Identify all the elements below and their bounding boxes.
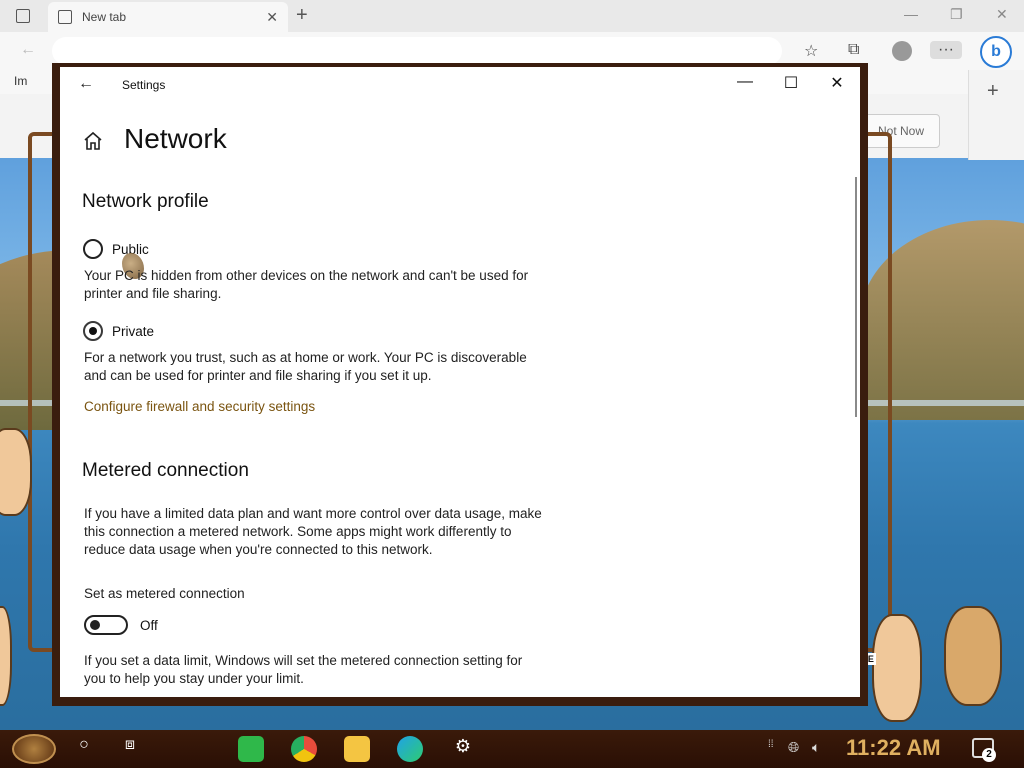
metered-toggle-row[interactable]: Off (84, 615, 158, 635)
profile-avatar[interactable] (892, 41, 912, 61)
browser-tabbar: New tab ✕ + — ❐ ✕ (0, 0, 1024, 32)
browser-tab[interactable]: New tab ✕ (48, 2, 288, 32)
back-icon[interactable]: ← (20, 41, 36, 59)
favorites-import-label[interactable]: Im (14, 74, 27, 88)
edge-app-icon[interactable] (397, 736, 423, 762)
volume-muted-icon[interactable]: 🔈︎ (812, 739, 820, 756)
file-explorer-icon[interactable] (344, 736, 370, 762)
notification-count-badge: 2 (982, 748, 996, 762)
tab-actions-icon[interactable] (16, 9, 30, 23)
page-title: Network (124, 123, 227, 154)
maximize-button[interactable]: ☐ (768, 73, 814, 93)
newtab-page-icon (58, 10, 72, 24)
settings-window-title: Settings (122, 78, 166, 92)
minimize-button[interactable]: — (722, 73, 768, 91)
taskbar-clock[interactable]: 11:22 AM (846, 735, 941, 761)
configure-firewall-link[interactable]: Configure firewall and security settings (84, 399, 315, 414)
public-radio-button[interactable] (83, 239, 103, 259)
network-profile-heading: Network profile (82, 191, 209, 212)
data-limit-description: If you set a data limit, Windows will se… (84, 653, 523, 686)
metered-connection-heading: Metered connection (82, 460, 249, 481)
close-button[interactable]: ✕ (814, 73, 860, 93)
start-button[interactable] (12, 734, 56, 764)
private-radio-button[interactable] (83, 321, 103, 341)
tray-overflow-icon[interactable]: ⁞⁞ (768, 739, 774, 750)
collections-icon[interactable]: ⧉ (848, 41, 859, 59)
back-arrow-icon[interactable]: ← (78, 75, 94, 93)
metered-toggle-state: Off (140, 617, 158, 633)
sheets-app-icon[interactable] (238, 736, 264, 762)
browser-close-icon[interactable]: ✕ (996, 6, 1008, 23)
address-bar[interactable] (52, 37, 782, 65)
new-tab-button[interactable]: + (296, 4, 308, 27)
private-radio-label: Private (112, 323, 155, 339)
cartoon-character-right (872, 614, 922, 722)
search-circle-icon[interactable]: ○ (66, 736, 102, 754)
cartoon-hamster (944, 606, 1002, 706)
settings-window-frame: ← Settings — ☐ ✕ Network Network profile… (52, 63, 868, 706)
more-menu-icon[interactable]: ··· (930, 41, 962, 59)
public-description: Your PC is hidden from other devices on … (84, 268, 529, 301)
private-description: For a network you trust, such as at home… (84, 350, 527, 383)
task-view-icon[interactable]: ⧈ (112, 736, 148, 754)
chrome-app-icon[interactable] (291, 736, 317, 762)
metered-description: If you have a limited data plan and want… (84, 506, 542, 557)
browser-minimize-icon[interactable]: — (904, 6, 918, 22)
network-globe-icon[interactable]: 🌐︎ (788, 739, 799, 756)
settings-scrollbar[interactable] (855, 177, 857, 417)
settings-gear-icon[interactable]: ⚙ (445, 736, 481, 757)
metered-toggle-switch[interactable] (84, 615, 128, 635)
browser-tab-title: New tab (82, 10, 127, 24)
favorites-star-icon[interactable]: ☆ (804, 41, 818, 61)
home-icon[interactable] (82, 130, 104, 152)
sidebar-add-icon[interactable]: + (987, 80, 999, 103)
settings-window: ← Settings — ☐ ✕ Network Network profile… (60, 67, 860, 697)
settings-titlebar: ← Settings — ☐ ✕ (60, 67, 860, 103)
metered-toggle-label: Set as metered connection (84, 586, 245, 601)
private-radio-option[interactable]: Private (83, 321, 154, 341)
close-tab-icon[interactable]: ✕ (266, 9, 278, 26)
browser-restore-icon[interactable]: ❐ (950, 6, 963, 23)
cartoon-character-left-upper (0, 428, 32, 516)
bing-chat-icon[interactable]: b (980, 36, 1012, 68)
